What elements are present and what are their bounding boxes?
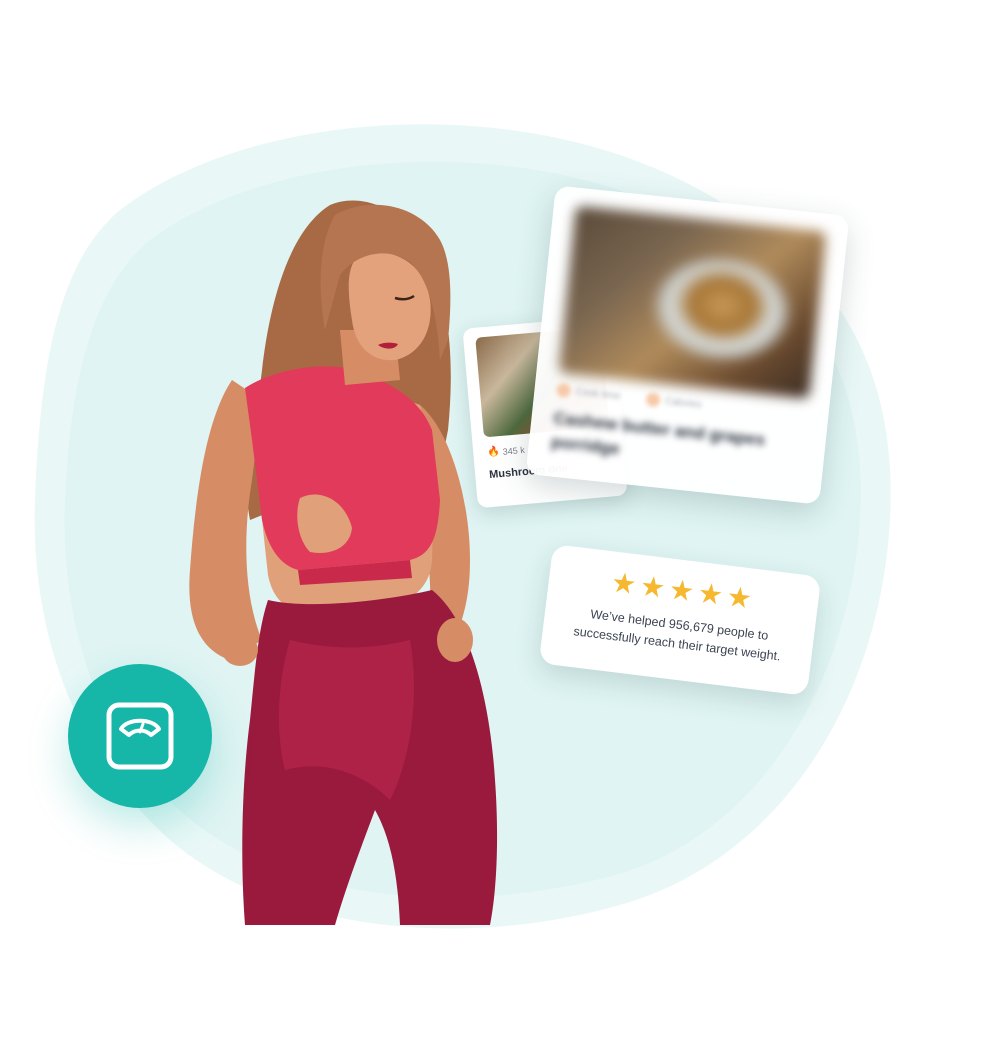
woman-illustration (189, 200, 498, 925)
scale-badge (68, 664, 212, 808)
scale-icon (106, 702, 174, 770)
